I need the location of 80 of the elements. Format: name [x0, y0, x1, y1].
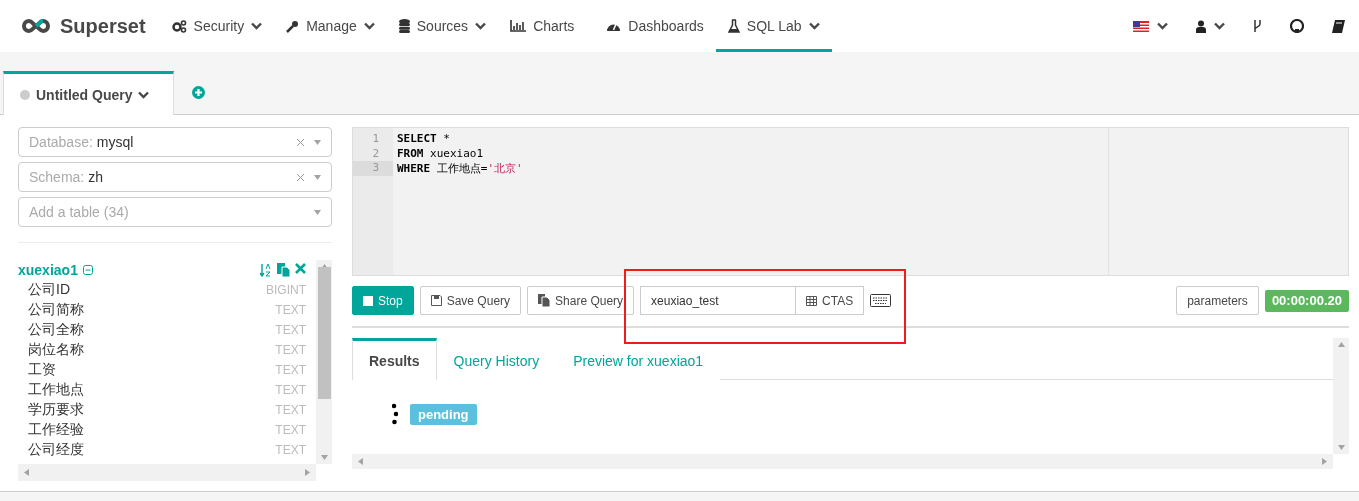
save-query-button[interactable]: Save Query	[419, 286, 522, 315]
table-icon	[806, 295, 818, 306]
code-line: SELECT *	[396, 132, 451, 147]
loading-spinner-icon	[392, 403, 398, 425]
column-name: 工作地点	[28, 381, 84, 399]
brand-name[interactable]: Superset	[60, 14, 146, 38]
gears-icon	[171, 19, 187, 33]
sql-editor[interactable]: 1 2 3 SELECT * FROM xuexiao1 WHERE 工作地点='北京'	[352, 127, 1349, 276]
column-type: TEXT	[275, 363, 306, 377]
bar-chart-icon	[510, 20, 527, 32]
column-type: TEXT	[275, 383, 306, 397]
column-name: 学历要求	[28, 401, 84, 419]
line-number: 1	[371, 132, 380, 147]
scroll-right-icon[interactable]	[1322, 458, 1327, 465]
ctas-button[interactable]: CTAS	[795, 286, 865, 315]
caret-icon[interactable]	[314, 174, 321, 180]
column-name: 工作经验	[28, 421, 84, 439]
keyboard-icon[interactable]	[870, 294, 892, 307]
clear-icon[interactable]	[297, 173, 304, 181]
query-tab[interactable]: Untitled Query	[3, 71, 175, 115]
column-name: 公司简称	[28, 301, 84, 319]
column-name: 公司ID	[28, 281, 70, 299]
schema-select[interactable]: Schema: zh	[18, 162, 332, 192]
collapse-icon[interactable]	[82, 265, 93, 275]
stop-icon	[363, 295, 373, 306]
nav-menu-item[interactable]: Manage	[274, 0, 387, 52]
chevron-down-icon	[1157, 22, 1168, 30]
scroll-left-icon[interactable]	[24, 469, 29, 476]
nav-menu-item[interactable]: SQL Lab	[715, 0, 832, 52]
column-type: TEXT	[275, 303, 306, 317]
nav-menu-item[interactable]: Dashboards	[594, 0, 716, 52]
close-icon[interactable]	[295, 263, 306, 274]
scroll-down-icon[interactable]	[320, 455, 328, 460]
results-tab[interactable]: Results	[352, 338, 437, 380]
scroll-down-icon[interactable]	[1337, 445, 1345, 450]
database-select[interactable]: Database: mysql	[18, 127, 332, 157]
column-name: 公司经度	[28, 441, 84, 459]
query-timer: 00:00:00.20	[1264, 289, 1349, 312]
user-icon	[1196, 19, 1206, 33]
vertical-scrollbar[interactable]	[1333, 338, 1349, 454]
column-name: 岗位名称	[28, 341, 84, 359]
status-dot-icon	[20, 89, 30, 100]
flask-icon	[727, 19, 740, 33]
chevron-down-icon	[1214, 22, 1225, 30]
caret-icon[interactable]	[314, 139, 321, 145]
column-type: TEXT	[275, 403, 306, 417]
nav-menu-item[interactable]: Security	[159, 0, 275, 52]
scroll-left-icon[interactable]	[358, 458, 363, 465]
column-type: TEXT	[275, 323, 306, 337]
wrench-icon	[286, 19, 300, 33]
vertical-scrollbar[interactable]	[316, 260, 332, 464]
column-name: 公司全称	[28, 321, 84, 339]
column-type: TEXT	[275, 423, 306, 437]
clear-icon[interactable]	[297, 138, 304, 146]
flag-icon	[1133, 20, 1149, 32]
copy-icon[interactable]	[277, 263, 290, 277]
code-line: WHERE 工作地点='北京'	[396, 161, 524, 176]
line-number: 3	[353, 161, 393, 176]
share-query-button[interactable]: Share Query	[527, 286, 635, 315]
nav-menu-item[interactable]: Charts	[498, 0, 587, 52]
nav-menu-item[interactable]: Sources	[386, 0, 499, 52]
column-type: TEXT	[275, 443, 306, 457]
database-icon	[398, 19, 410, 33]
code-line: FROM xuexiao1	[396, 146, 485, 161]
logo-icon[interactable]	[20, 18, 52, 34]
line-number: 2	[371, 146, 380, 161]
horizontal-scrollbar[interactable]	[352, 454, 1333, 469]
scroll-up-icon[interactable]	[1337, 342, 1345, 347]
caret-icon[interactable]	[314, 209, 321, 215]
horizontal-scrollbar[interactable]	[18, 464, 316, 481]
chevron-down-icon	[138, 90, 150, 99]
status-label: pending	[410, 403, 477, 425]
sort-icon[interactable]	[260, 263, 272, 277]
parameters-button[interactable]: parameters	[1176, 286, 1259, 315]
scroll-right-icon[interactable]	[305, 469, 310, 476]
column-type: BIGINT	[266, 283, 306, 297]
ctas-table-input[interactable]: xeuxiao_test	[640, 286, 797, 315]
column-type: TEXT	[275, 343, 306, 357]
column-name: 工资	[28, 361, 56, 379]
copy-icon	[538, 294, 551, 307]
